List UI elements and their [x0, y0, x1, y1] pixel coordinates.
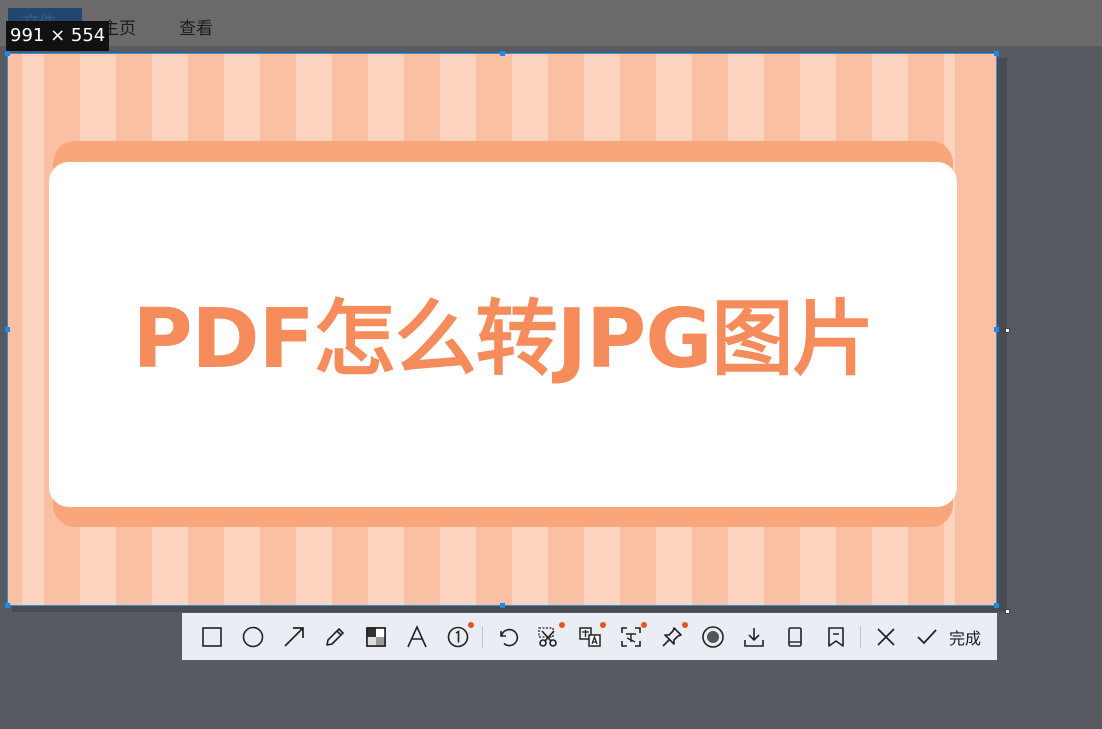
selection-size-label: 991 × 554	[6, 21, 110, 51]
done-button-label[interactable]: 完成	[949, 625, 981, 649]
shadow-handle-bottom-right[interactable]	[1005, 609, 1010, 614]
rectangle-icon[interactable]	[197, 622, 226, 652]
image-title: PDF怎么转JPG图片	[132, 292, 874, 387]
resize-handle-top-right[interactable]	[994, 51, 999, 56]
resize-handle-left[interactable]	[5, 327, 10, 332]
resize-handle-top[interactable]	[500, 51, 505, 56]
stripe-band-left	[8, 54, 22, 606]
close-icon[interactable]	[871, 622, 900, 652]
resize-handle-bottom[interactable]	[500, 603, 505, 608]
resize-handle-bottom-left[interactable]	[5, 603, 10, 608]
undo-icon[interactable]	[493, 622, 522, 652]
download-icon[interactable]	[739, 622, 768, 652]
pencil-icon[interactable]	[320, 622, 349, 652]
new-badge	[468, 621, 474, 628]
scissors-icon[interactable]	[534, 621, 565, 652]
annotation-toolbar: 完成	[182, 613, 997, 660]
record-icon[interactable]	[698, 622, 727, 652]
new-badge	[641, 621, 647, 628]
new-badge	[682, 621, 688, 628]
resize-handle-top-left[interactable]	[5, 51, 10, 56]
text-icon[interactable]	[402, 622, 431, 652]
resize-handle-right[interactable]	[994, 327, 999, 332]
new-badge	[600, 621, 606, 628]
menu-bar: 文件 主页 查看	[0, 0, 1102, 46]
shadow-handle-right[interactable]	[1005, 328, 1010, 333]
stripe-band-right	[955, 54, 997, 606]
toolbar-separator	[860, 625, 861, 648]
title-card: PDF怎么转JPG图片	[49, 162, 957, 507]
new-badge	[559, 621, 565, 628]
mosaic-icon[interactable]	[361, 622, 390, 652]
number-marker-icon[interactable]	[443, 621, 474, 652]
captured-image[interactable]: PDF怎么转JPG图片	[8, 54, 997, 606]
translate-icon[interactable]	[575, 621, 606, 652]
resize-handle-bottom-right[interactable]	[994, 603, 999, 608]
pin-icon[interactable]	[657, 621, 688, 652]
arrow-icon[interactable]	[279, 622, 308, 652]
ellipse-icon[interactable]	[238, 622, 267, 652]
phone-icon[interactable]	[780, 622, 809, 652]
bookmark-icon[interactable]	[821, 622, 850, 652]
toolbar-separator	[482, 625, 483, 648]
menu-view[interactable]: 查看	[179, 14, 213, 39]
check-icon[interactable]	[912, 622, 941, 652]
ocr-icon[interactable]	[616, 621, 647, 652]
